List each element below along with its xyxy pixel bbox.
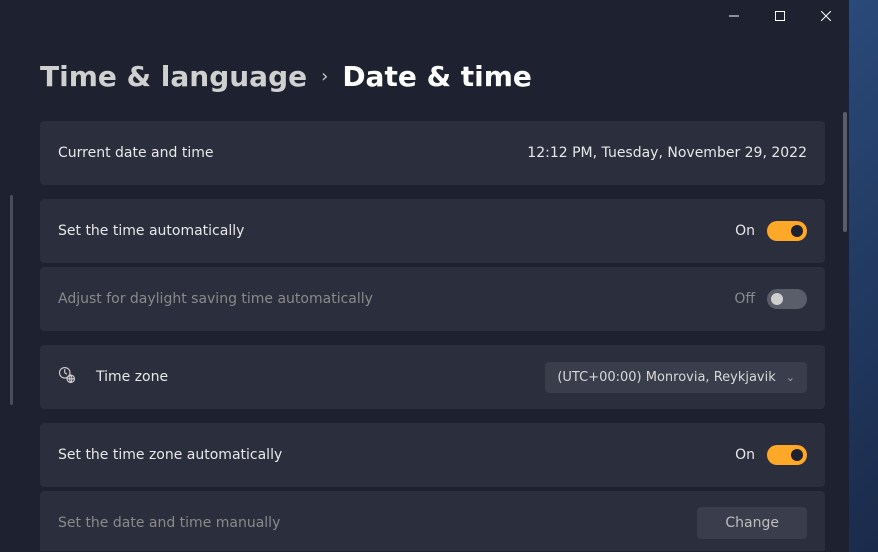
current-datetime-label: Current date and time	[58, 145, 213, 161]
auto-timezone-panel: Set the time zone automatically On	[40, 423, 825, 487]
chevron-down-icon: ⌄	[786, 371, 795, 384]
auto-timezone-control: On	[735, 445, 807, 465]
change-button[interactable]: Change	[697, 507, 807, 539]
dst-label: Adjust for daylight saving time automati…	[58, 291, 373, 307]
auto-time-toggle[interactable]	[767, 221, 807, 241]
auto-time-state: On	[735, 223, 755, 239]
dst-toggle	[767, 289, 807, 309]
manual-datetime-panel: Set the date and time manually Change	[40, 491, 825, 551]
dst-control: Off	[734, 289, 807, 309]
auto-timezone-label: Set the time zone automatically	[58, 447, 282, 463]
desktop-background	[849, 0, 878, 552]
left-accent-bar	[10, 195, 13, 405]
close-icon	[821, 11, 831, 21]
timezone-label: Time zone	[96, 369, 168, 385]
minimize-icon	[729, 11, 739, 21]
breadcrumb-current: Date & time	[342, 60, 532, 93]
timezone-panel: Time zone (UTC+00:00) Monrovia, Reykjavi…	[40, 345, 825, 409]
content-area: Time & language › Date & time Current da…	[0, 60, 849, 551]
maximize-icon	[775, 11, 785, 21]
chevron-right-icon: ›	[321, 66, 328, 87]
maximize-button[interactable]	[757, 0, 803, 32]
settings-panels: Current date and time 12:12 PM, Tuesday,…	[40, 121, 825, 551]
auto-timezone-state: On	[735, 447, 755, 463]
minimize-button[interactable]	[711, 0, 757, 32]
breadcrumb-parent[interactable]: Time & language	[40, 60, 307, 93]
auto-time-control: On	[735, 221, 807, 241]
current-datetime-panel: Current date and time 12:12 PM, Tuesday,…	[40, 121, 825, 185]
titlebar	[0, 0, 849, 32]
manual-datetime-label: Set the date and time manually	[58, 515, 280, 531]
dst-panel: Adjust for daylight saving time automati…	[40, 267, 825, 331]
timezone-select[interactable]: (UTC+00:00) Monrovia, Reykjavik ⌄	[545, 362, 807, 393]
current-datetime-value: 12:12 PM, Tuesday, November 29, 2022	[527, 145, 807, 161]
auto-time-label: Set the time automatically	[58, 223, 244, 239]
breadcrumb: Time & language › Date & time	[40, 60, 825, 93]
timezone-value: (UTC+00:00) Monrovia, Reykjavik	[557, 370, 775, 385]
close-button[interactable]	[803, 0, 849, 32]
dst-state: Off	[734, 291, 755, 307]
auto-time-panel: Set the time automatically On	[40, 199, 825, 263]
globe-clock-icon	[58, 366, 76, 388]
settings-window: Time & language › Date & time Current da…	[0, 0, 849, 552]
auto-timezone-toggle[interactable]	[767, 445, 807, 465]
scrollbar[interactable]	[843, 112, 847, 232]
